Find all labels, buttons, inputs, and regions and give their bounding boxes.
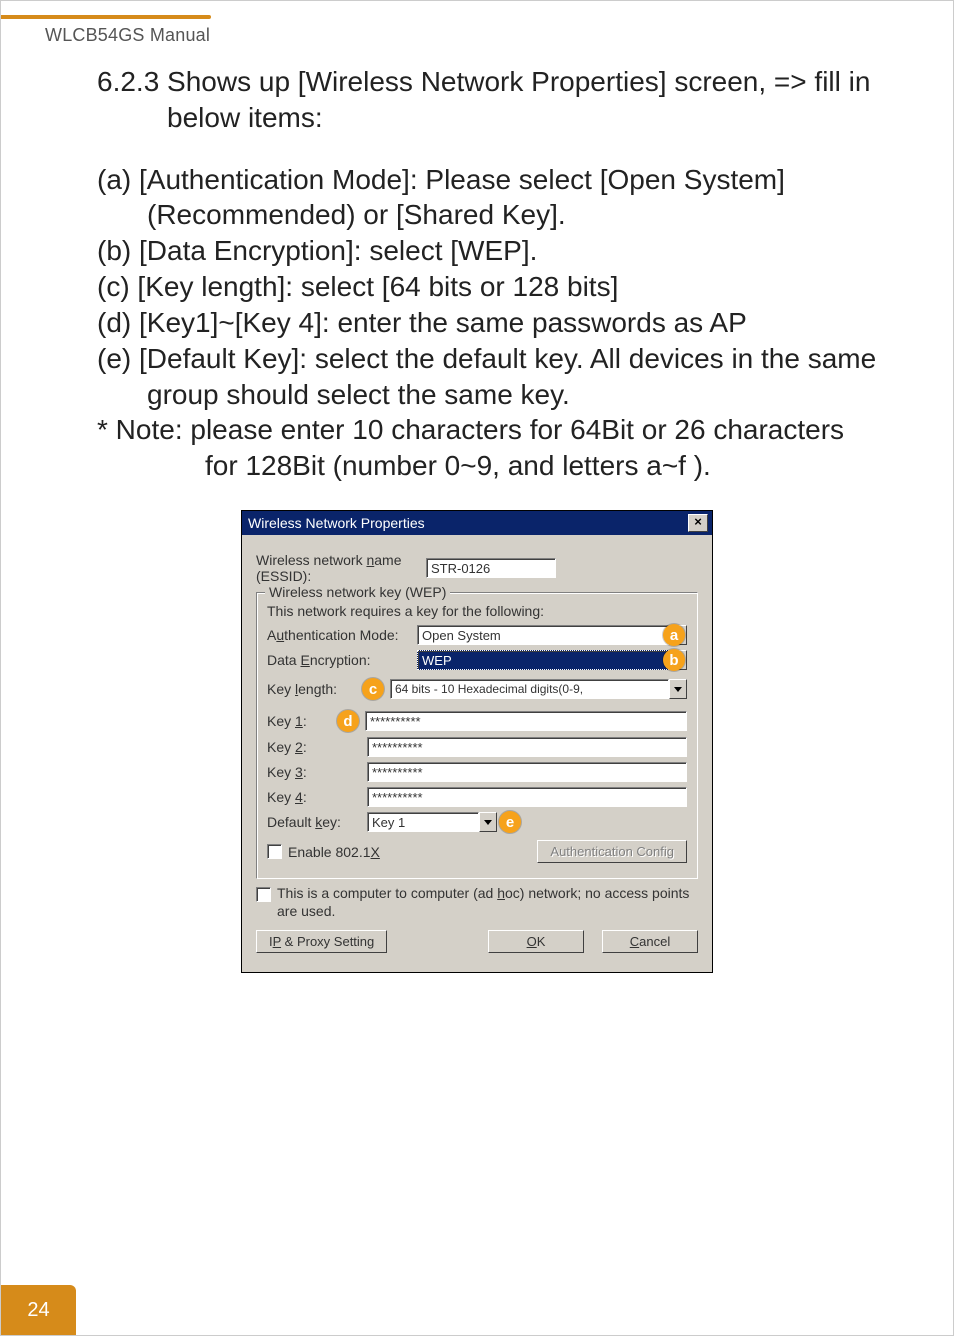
wireless-properties-dialog: Wireless Network Properties × Wireless n… [241,510,713,973]
key2-label: Key 2: [267,739,367,755]
item-c: (c) [Key length]: select [64 bits or 128… [97,269,909,305]
section-heading: 6.2.3 Shows up [Wireless Network Propert… [97,64,909,136]
enable-8021x-label: Enable 802.1X [288,844,380,860]
key-length-value: 64 bits - 10 Hexadecimal digits(0-9, [390,679,669,699]
auth-config-button[interactable]: Authentication Config [537,840,687,863]
badge-d: d [337,710,359,732]
chevron-down-icon[interactable] [669,679,687,699]
note-line2: for 128Bit (number 0~9, and letters a~f … [97,448,909,484]
badge-b: b [663,649,685,671]
body-text: 6.2.3 Shows up [Wireless Network Propert… [97,64,909,484]
page-footer: 24 [1,1285,76,1335]
enable-8021x-row: Enable 802.1X Authentication Config [267,840,687,863]
ok-button[interactable]: OK [488,930,584,953]
auth-mode-value: Open System [417,625,669,645]
dialog-titlebar: Wireless Network Properties × [242,511,712,535]
data-encryption-select[interactable]: WEP b [417,650,687,670]
key3-input[interactable]: ********** [367,762,687,782]
wep-group-legend: Wireless network key (WEP) [265,584,450,600]
doc-title: WLCB54GS Manual [45,25,953,46]
dialog-title: Wireless Network Properties [248,515,425,531]
key-length-label: Key length: [267,681,362,697]
key3-row: Key 3: ********** [267,762,687,782]
essid-row: Wireless network name (ESSID): STR-0126 [256,552,698,584]
data-encryption-row: Data Encryption: WEP b [267,650,687,670]
default-key-select[interactable]: Key 1 e [367,812,497,832]
key4-row: Key 4: ********** [267,787,687,807]
key3-label: Key 3: [267,764,367,780]
item-d: (d) [Key1]~[Key 4]: enter the same passw… [97,305,909,341]
close-icon[interactable]: × [688,514,708,532]
key2-row: Key 2: ********** [267,737,687,757]
enable-8021x-checkbox[interactable]: Enable 802.1X [267,844,380,860]
key1-input[interactable]: ********** [365,711,687,731]
auth-mode-label: Authentication Mode: [267,627,417,643]
wep-group-desc: This network requires a key for the foll… [267,603,687,619]
key2-input[interactable]: ********** [367,737,687,757]
item-a: (a) [Authentication Mode]: Please select… [97,162,909,234]
badge-a: a [663,624,685,646]
key1-row: Key 1: d ********** [267,710,687,732]
page-number: 24 [27,1299,49,1322]
badge-e: e [499,811,521,833]
key1-label: Key 1: [267,713,337,729]
ip-proxy-button[interactable]: IP & Proxy Setting [256,930,387,953]
data-encryption-value: WEP [417,650,669,670]
key4-input[interactable]: ********** [367,787,687,807]
adhoc-label: This is a computer to computer (ad hoc) … [277,885,698,920]
dialog-buttons-row: IP & Proxy Setting OK Cancel [256,930,698,953]
default-key-row: Default key: Key 1 e [267,812,687,832]
auth-mode-select[interactable]: Open System a [417,625,687,645]
default-key-value: Key 1 [367,812,479,832]
key-length-select[interactable]: 64 bits - 10 Hexadecimal digits(0-9, [390,679,687,699]
key4-label: Key 4: [267,789,367,805]
adhoc-row[interactable]: This is a computer to computer (ad hoc) … [256,885,698,920]
note-line1: * Note: please enter 10 characters for 6… [97,412,909,448]
wep-groupbox: Wireless network key (WEP) This network … [256,592,698,879]
essid-label: Wireless network name (ESSID): [256,552,426,584]
checkbox-icon [267,844,282,859]
checkbox-icon [256,887,271,902]
essid-input[interactable]: STR-0126 [426,558,556,578]
item-b: (b) [Data Encryption]: select [WEP]. [97,233,909,269]
item-e: (e) [Default Key]: select the default ke… [97,341,909,413]
auth-mode-row: Authentication Mode: Open System a [267,625,687,645]
chevron-down-icon[interactable] [479,812,497,832]
data-encryption-label: Data Encryption: [267,652,417,668]
default-key-label: Default key: [267,814,367,830]
key-length-row: Key length: c 64 bits - 10 Hexadecimal d… [267,678,687,700]
header-rule [1,15,211,19]
cancel-button[interactable]: Cancel [602,930,698,953]
badge-c: c [362,678,384,700]
